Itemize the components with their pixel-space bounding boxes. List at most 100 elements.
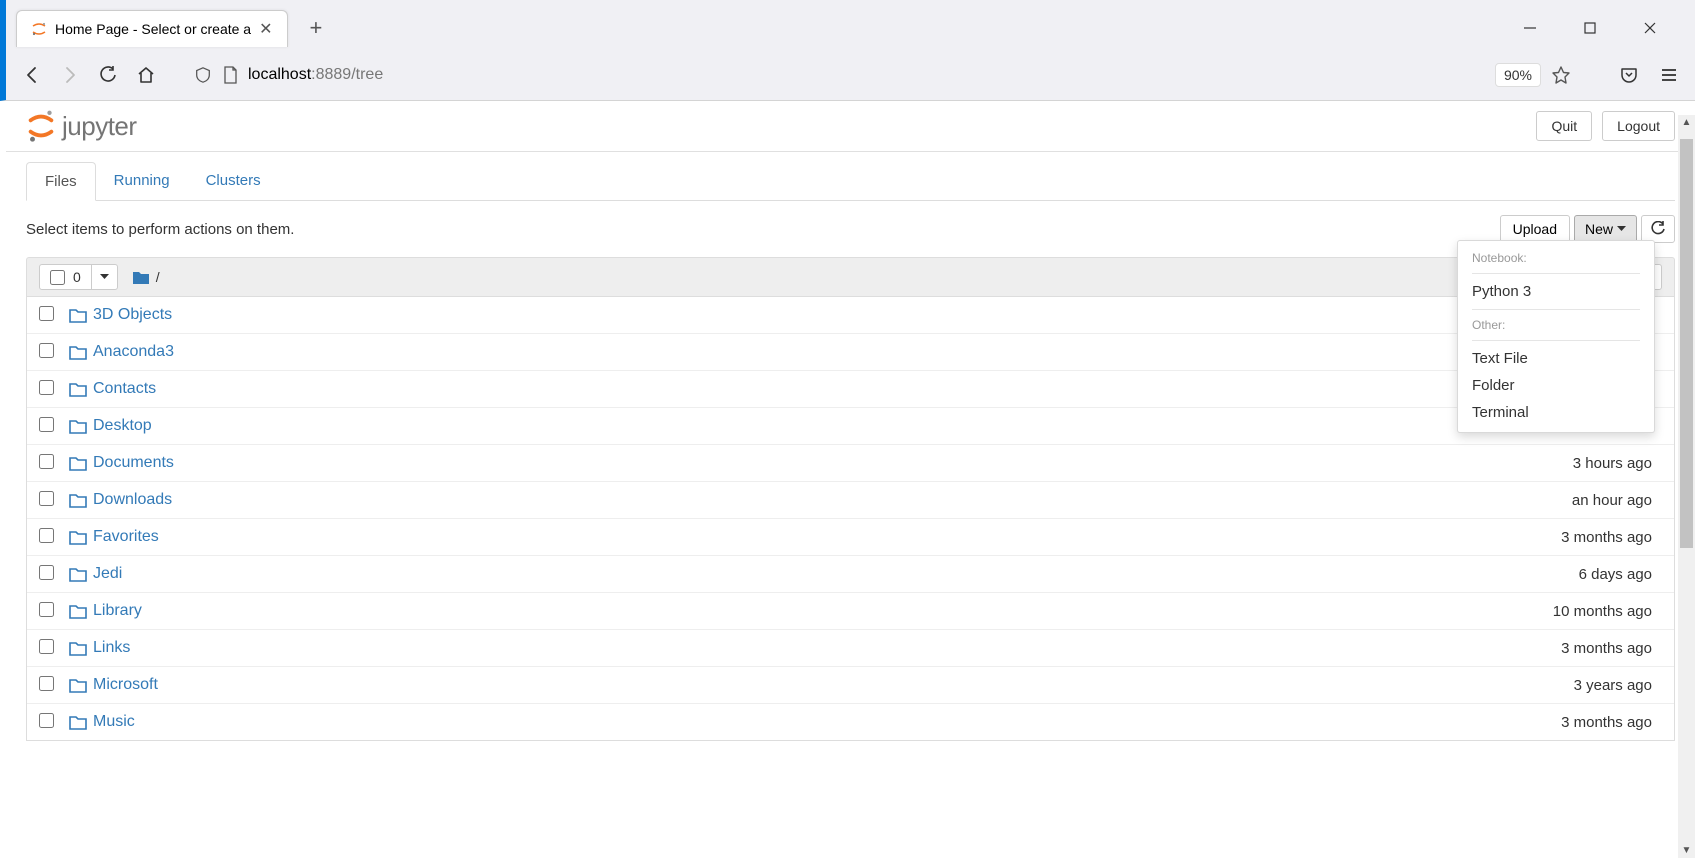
page-scrollbar[interactable]: ▲ ▼ [1678,115,1695,858]
select-all-control[interactable]: 0 [39,264,118,290]
window-minimize-icon[interactable] [1515,17,1545,39]
row-checkbox[interactable] [39,565,54,580]
file-name-link[interactable]: Links [93,639,130,657]
row-checkbox[interactable] [39,454,54,469]
new-button[interactable]: New [1574,215,1637,243]
file-list-header: 0 / Name e [26,257,1675,297]
row-checkbox[interactable] [39,713,54,728]
row-checkbox[interactable] [39,306,54,321]
folder-icon [69,382,93,397]
browser-tab[interactable]: Home Page - Select or create a ✕ [16,10,288,47]
file-row: Library 10 months ago [27,592,1674,629]
new-tab-button[interactable]: + [310,15,323,41]
select-all-checkbox[interactable] [50,270,65,285]
file-name-link[interactable]: Desktop [93,417,152,435]
breadcrumb-root[interactable]: / [156,269,160,285]
dropdown-divider [1472,309,1640,310]
file-name-link[interactable]: Downloads [93,491,172,509]
reload-button[interactable] [98,65,118,85]
pocket-icon[interactable] [1619,65,1639,85]
file-modified: 3 years ago [1492,677,1662,694]
upload-button[interactable]: Upload [1500,215,1570,243]
file-row: Favorites3 months ago [27,518,1674,555]
dropdown-item-textfile[interactable]: Text File [1458,345,1654,372]
jupyter-logo[interactable]: jupyter [26,109,137,143]
tab-files[interactable]: Files [26,162,96,201]
file-name-link[interactable]: Music [93,713,135,731]
window-close-icon[interactable] [1635,17,1665,39]
folder-root-icon [132,270,150,285]
file-name-link[interactable]: Library [93,602,142,620]
row-checkbox[interactable] [39,380,54,395]
row-checkbox[interactable] [39,676,54,691]
file-row: Contacts [27,370,1674,407]
zoom-level[interactable]: 90% [1495,63,1541,87]
main-tabs: Files Running Clusters [26,162,1675,201]
jupyter-header: jupyter Quit Logout [6,101,1695,152]
dropdown-item-python3[interactable]: Python 3 [1458,278,1654,305]
file-modified: an hour ago [1492,492,1662,509]
app-menu-icon[interactable] [1659,65,1679,85]
caret-down-icon [1617,226,1626,232]
forward-button [60,65,80,85]
folder-icon [69,567,93,582]
quit-button[interactable]: Quit [1536,111,1592,141]
file-row: Jedi 6 days ago [27,555,1674,592]
file-row: Documents 3 hours ago [27,444,1674,481]
row-checkbox[interactable] [39,417,54,432]
tab-clusters[interactable]: Clusters [188,162,279,200]
logout-button[interactable]: Logout [1602,111,1675,141]
file-modified: 6 days ago [1492,566,1662,583]
file-name-link[interactable]: Microsoft [93,676,158,694]
dropdown-item-folder[interactable]: Folder [1458,372,1654,399]
breadcrumb[interactable]: / [132,269,160,285]
dropdown-divider [1472,340,1640,341]
folder-icon [69,419,93,434]
file-name-link[interactable]: 3D Objects [93,306,172,324]
file-name-link[interactable]: Favorites [93,528,159,546]
bookmark-star-icon[interactable] [1551,65,1571,85]
window-maximize-icon[interactable] [1575,17,1605,39]
dropdown-item-terminal[interactable]: Terminal [1458,399,1654,426]
file-row: 3D Objects [27,297,1674,333]
file-name-link[interactable]: Jedi [93,565,122,583]
file-row: Links3 months ago [27,629,1674,666]
row-checkbox[interactable] [39,639,54,654]
shield-icon[interactable] [194,66,212,84]
home-button[interactable] [136,65,156,85]
back-button[interactable] [22,65,42,85]
jupyter-favicon [31,21,47,37]
select-dropdown-icon[interactable] [92,270,117,284]
row-checkbox[interactable] [39,602,54,617]
row-checkbox[interactable] [39,343,54,358]
scrollbar-thumb[interactable] [1680,139,1693,548]
file-modified: 3 hours ago [1492,455,1662,472]
file-list: 3D Objects Anaconda3 Contacts Desktop Docume… [26,297,1675,741]
tab-bar: Home Page - Select or create a ✕ + [6,0,1695,50]
row-checkbox[interactable] [39,528,54,543]
file-row: Microsoft 3 years ago [27,666,1674,703]
file-name-link[interactable]: Contacts [93,380,156,398]
folder-icon [69,345,93,360]
tab-running[interactable]: Running [96,162,188,200]
file-modified: 3 months ago [1492,714,1662,731]
close-tab-icon[interactable]: ✕ [259,19,272,39]
refresh-button[interactable] [1641,215,1675,243]
file-name-link[interactable]: Documents [93,454,174,472]
row-checkbox[interactable] [39,491,54,506]
folder-icon [69,604,93,619]
browser-chrome: Home Page - Select or create a ✕ + [0,0,1695,101]
scrollbar-down-icon[interactable]: ▼ [1678,845,1695,856]
url-text[interactable]: localhost:8889/tree [248,66,1485,84]
dropdown-divider [1472,273,1640,274]
file-row: Downloads an hour ago [27,481,1674,518]
page-info-icon[interactable] [222,66,238,84]
folder-icon [69,641,93,656]
scrollbar-up-icon[interactable]: ▲ [1678,117,1695,128]
selection-prompt: Select items to perform actions on them. [26,221,294,238]
dropdown-section-notebook: Notebook: [1458,247,1654,269]
url-bar[interactable]: localhost:8889/tree 90% [182,57,1583,93]
window-controls [1515,17,1685,39]
file-modified: 10 months ago [1492,603,1662,620]
file-name-link[interactable]: Anaconda3 [93,343,174,361]
